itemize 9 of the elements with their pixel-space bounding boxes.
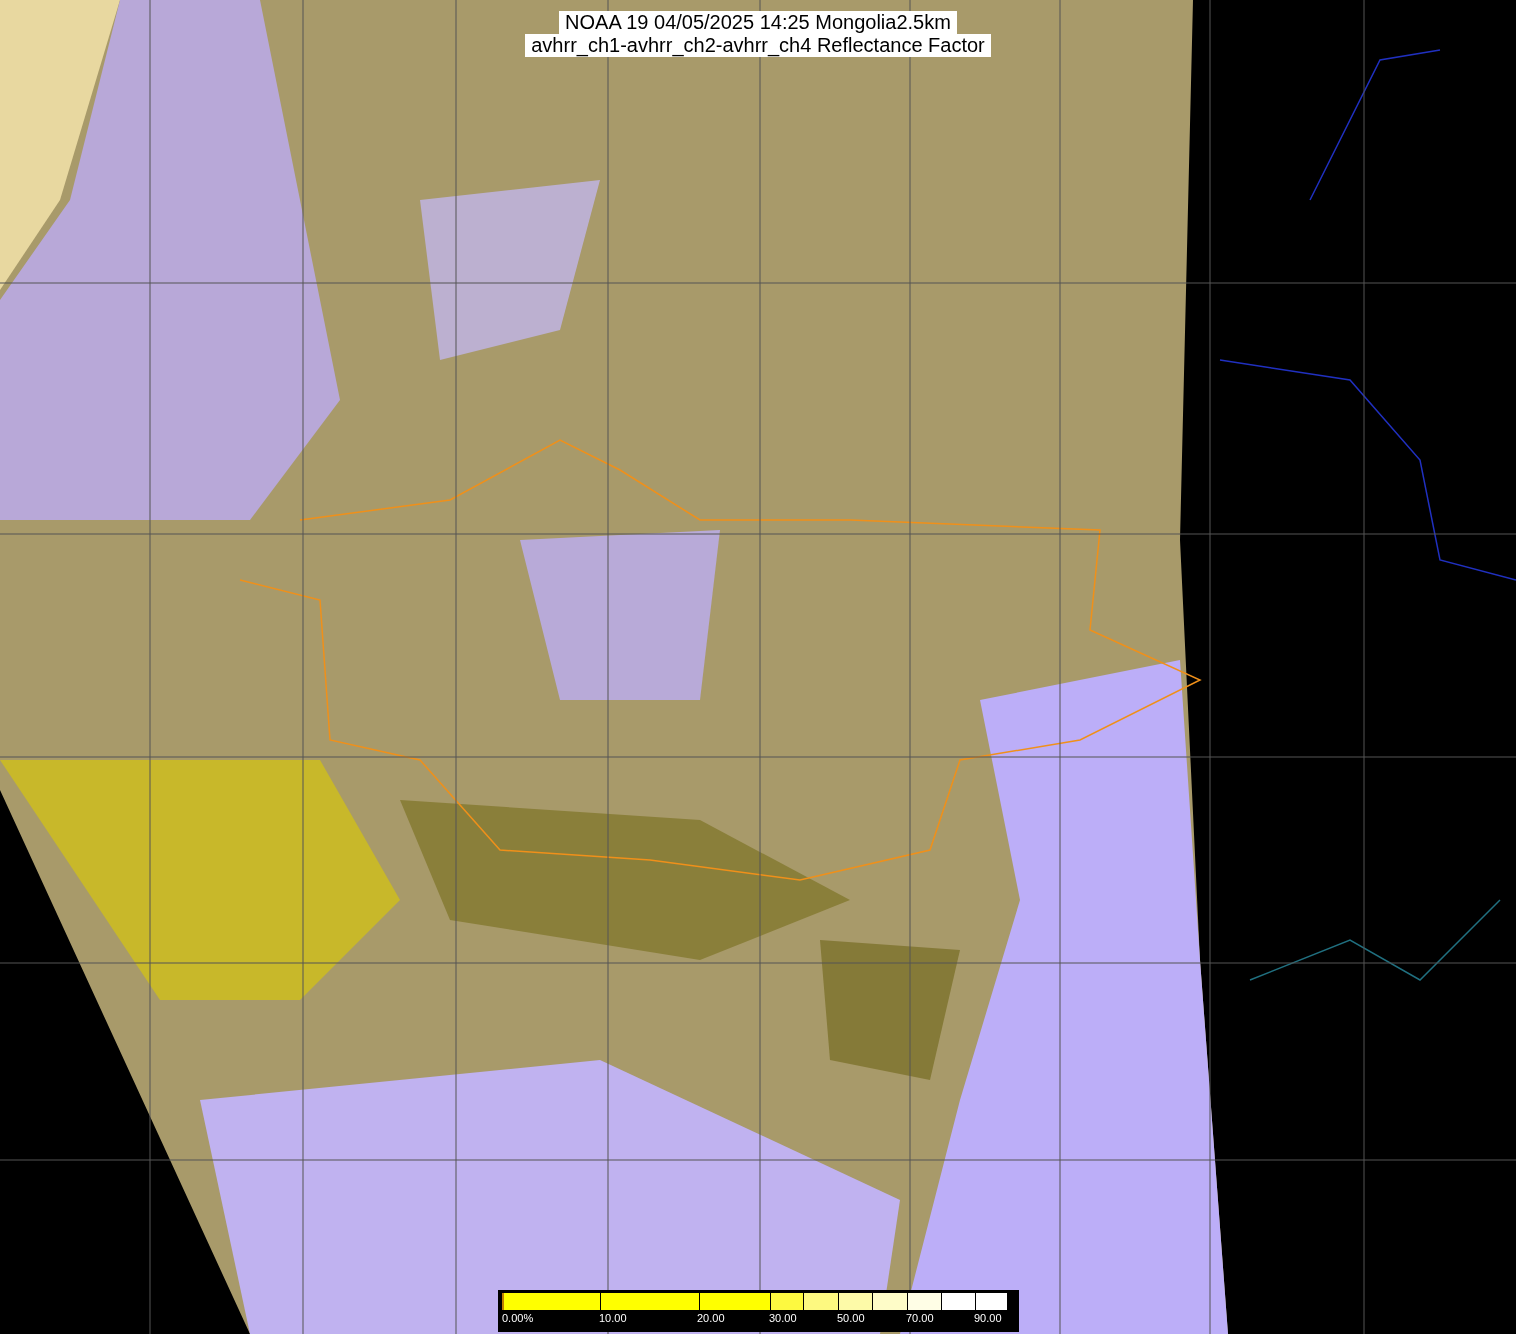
scale-tick-label: 20.00	[697, 1311, 725, 1325]
scale-tick-label: 70.00	[906, 1311, 934, 1325]
scale-tick-label: 10.00	[599, 1311, 627, 1325]
image-subtitle: avhrr_ch1-avhrr_ch2-avhrr_ch4 Reflectance Factor	[525, 34, 991, 57]
image-title: NOAA 19 04/05/2025 14:25 Mongolia2.5km	[559, 11, 957, 34]
scale-tick-label: 90.00	[974, 1311, 1002, 1325]
scale-tick-label: 0.00%	[502, 1311, 534, 1325]
scale-tick-label: 30.00	[769, 1311, 797, 1325]
scale-tick-label: 50.00	[837, 1311, 865, 1325]
